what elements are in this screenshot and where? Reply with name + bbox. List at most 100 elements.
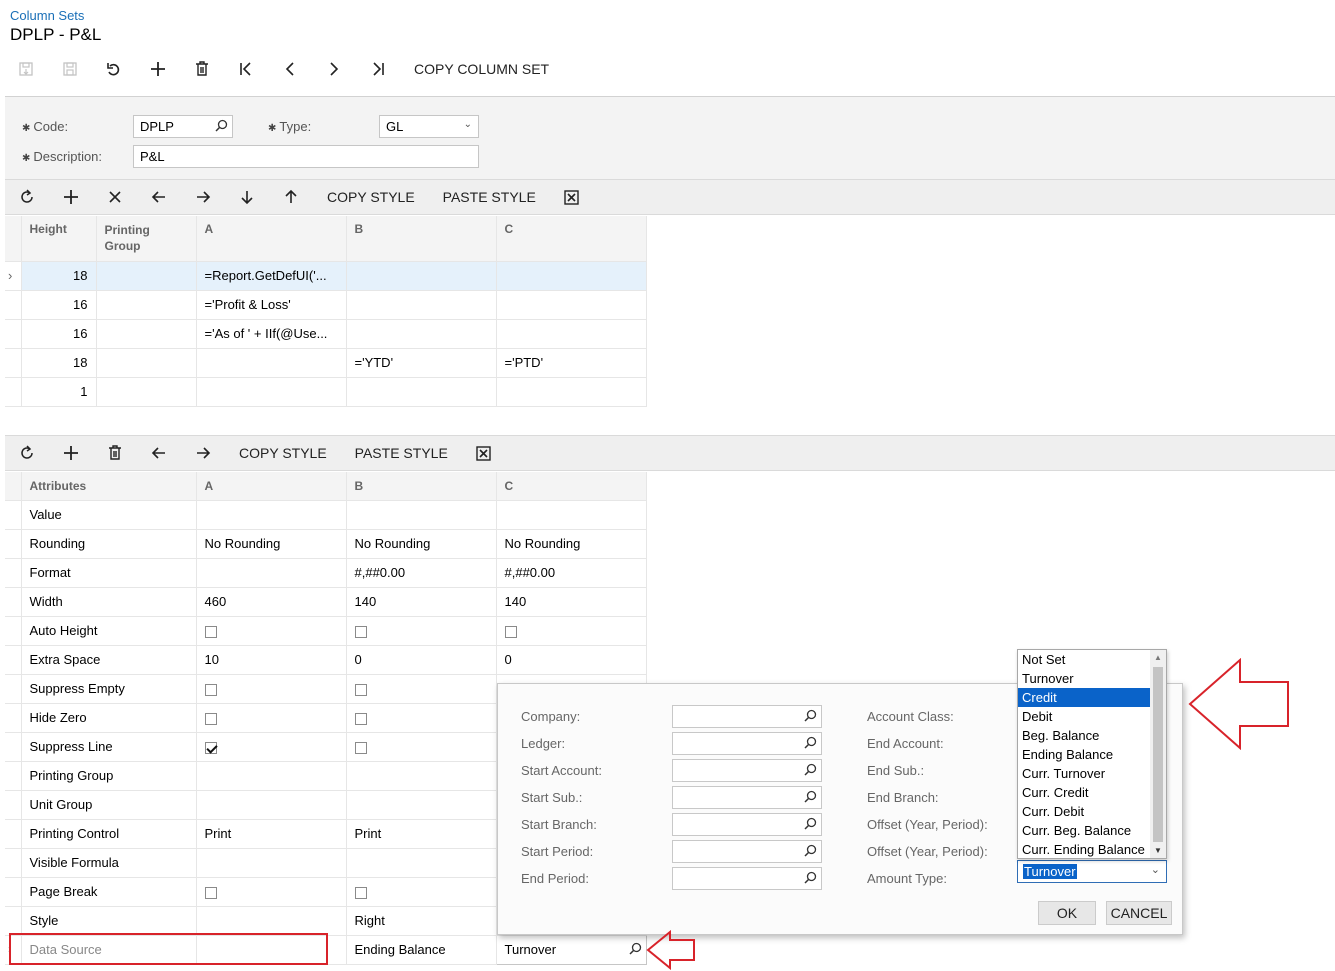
cancel-button[interactable]: CANCEL [1106,901,1172,925]
suppress-empty-checkbox-b[interactable] [354,683,367,696]
popup-lookup-input[interactable] [672,867,822,890]
cell-b[interactable]: Print [346,819,497,849]
table-row[interactable]: Format #,##0.00 #,##0.00 [5,558,647,588]
row-selector[interactable] [5,377,22,407]
row-selector[interactable] [5,319,22,349]
table-row[interactable]: Value [5,500,647,530]
add-row-icon[interactable] [49,183,93,211]
search-icon[interactable] [804,871,817,887]
column-header-printing-group[interactable]: Printing Group [96,216,197,262]
row-selector[interactable] [5,645,22,675]
printing-group-cell[interactable] [96,261,197,291]
dropdown-option[interactable]: Ending Balance [1018,745,1151,764]
column-header-b[interactable]: B [346,472,497,501]
cell-a[interactable] [196,348,347,378]
printing-group-cell[interactable] [96,348,197,378]
arrow-left-icon[interactable] [137,183,181,211]
cell-b[interactable] [346,616,497,646]
search-icon[interactable] [804,844,817,860]
cell-c[interactable]: No Rounding [496,529,647,559]
cell-b[interactable] [346,790,497,820]
dropdown-option[interactable]: Curr. Beg. Balance [1018,821,1151,840]
row-selector[interactable] [5,616,22,646]
amount-type-select[interactable]: Turnover ⌄ [1017,860,1167,883]
row-selector[interactable] [5,877,22,907]
cell-c[interactable]: ='PTD' [496,348,647,378]
dropdown-option[interactable]: Beg. Balance [1018,726,1151,745]
column-header-height[interactable]: Height [21,216,97,262]
search-icon[interactable] [804,736,817,752]
refresh-icon[interactable] [5,439,49,467]
cell-c[interactable]: #,##0.00 [496,558,647,588]
excel-export-icon[interactable] [462,439,506,467]
row-selector[interactable] [5,587,22,617]
page-break-checkbox-b[interactable] [354,886,367,899]
table-row[interactable]: › 18 =Report.GetDefUI('... [5,261,647,291]
paste-style-button[interactable]: PASTE STYLE [429,189,550,205]
cell-b[interactable] [346,732,497,762]
search-icon[interactable] [804,790,817,806]
height-cell[interactable]: 18 [21,261,97,291]
close-icon[interactable] [93,183,137,211]
cell-b[interactable] [346,290,497,320]
table-row[interactable]: Extra Space 10 0 0 [5,645,647,675]
dropdown-option[interactable]: Credit [1018,688,1151,707]
cell-b[interactable]: #,##0.00 [346,558,497,588]
cell-a[interactable]: ='As of ' + IIf(@Use... [196,319,347,349]
table-row[interactable]: Width 460 140 140 [5,587,647,617]
first-record-icon[interactable] [224,55,268,83]
popup-lookup-input[interactable] [672,705,822,728]
last-record-icon[interactable] [356,55,400,83]
next-record-icon[interactable] [312,55,356,83]
search-icon[interactable] [215,119,228,135]
cell-a[interactable] [196,761,347,791]
table-row[interactable]: 16 ='Profit & Loss' [5,290,647,320]
dropdown-option[interactable]: Turnover [1018,669,1151,688]
cell-b[interactable]: Ending Balance [346,935,497,965]
cell-c[interactable]: 140 [496,587,647,617]
refresh-icon[interactable] [5,183,49,211]
save-icon[interactable] [48,55,92,83]
row-selector[interactable] [5,703,22,733]
row-selector[interactable] [5,558,22,588]
cell-c[interactable]: 0 [496,645,647,675]
cell-a[interactable] [196,558,347,588]
previous-record-icon[interactable] [268,55,312,83]
delete-icon[interactable] [180,55,224,83]
cell-b[interactable] [346,703,497,733]
cell-c[interactable] [496,377,647,407]
printing-group-cell[interactable] [96,290,197,320]
cell-a[interactable] [196,703,347,733]
dropdown-option[interactable]: Curr. Debit [1018,802,1151,821]
column-header-c[interactable]: C [496,472,647,501]
search-icon[interactable] [804,709,817,725]
chevron-right-icon[interactable]: › [5,261,22,291]
auto-height-checkbox-b[interactable] [354,625,367,638]
cell-a[interactable] [196,848,347,878]
code-input[interactable]: DPLP [133,115,233,138]
row-selector[interactable] [5,906,22,936]
auto-height-checkbox-c[interactable] [504,625,517,638]
cell-b[interactable] [346,877,497,907]
delete-icon[interactable] [93,439,137,467]
column-header-a[interactable]: A [196,216,347,262]
cell-c[interactable] [496,616,647,646]
suppress-line-checkbox-b[interactable] [354,741,367,754]
type-select[interactable]: GL ⌄ [379,115,479,138]
cell-b[interactable] [346,261,497,291]
cell-a[interactable] [196,500,347,530]
description-input[interactable]: P&L [133,145,479,168]
suppress-empty-checkbox-a[interactable] [204,683,217,696]
ok-button[interactable]: OK [1038,901,1096,925]
dropdown-option[interactable]: Curr. Credit [1018,783,1151,802]
copy-style-button[interactable]: COPY STYLE [225,445,341,461]
cell-b[interactable]: ='YTD' [346,348,497,378]
height-cell[interactable]: 1 [21,377,97,407]
cell-a[interactable] [196,906,347,936]
data-source-cell-c[interactable]: Turnover [495,934,647,965]
search-icon[interactable] [804,817,817,833]
popup-lookup-input[interactable] [672,840,822,863]
excel-export-icon[interactable] [550,183,594,211]
cell-c[interactable] [496,319,647,349]
cell-b[interactable] [346,761,497,791]
